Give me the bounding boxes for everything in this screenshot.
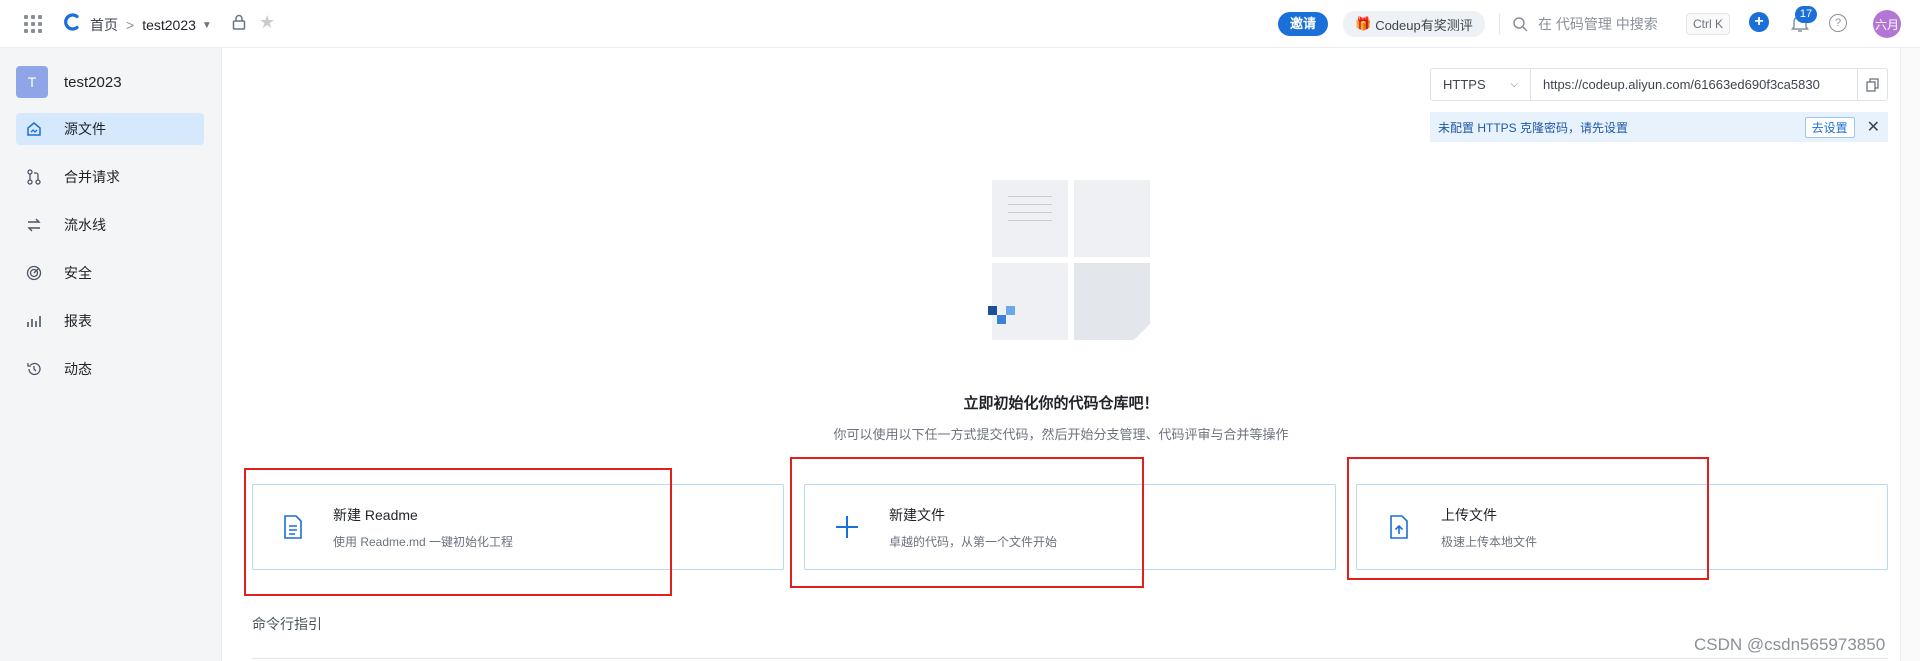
empty-repo-illustration bbox=[988, 180, 1152, 342]
upload-file-icon bbox=[1357, 515, 1441, 539]
create-file-card[interactable]: 新建文件 卓越的代码，从第一个文件开始 bbox=[804, 484, 1336, 570]
user-avatar[interactable]: 六月 bbox=[1873, 10, 1901, 38]
create-readme-card[interactable]: 新建 Readme 使用 Readme.md 一键初始化工程 bbox=[252, 484, 784, 570]
sidebar-item-label: 合并请求 bbox=[64, 169, 120, 185]
divider bbox=[1499, 14, 1500, 34]
sidebar-item-label: 动态 bbox=[64, 361, 92, 377]
gift-icon: 🎁 bbox=[1355, 16, 1372, 31]
protocol-select[interactable]: HTTPS ⌵ bbox=[1431, 69, 1531, 100]
sidebar-item-security[interactable]: 安全 bbox=[16, 257, 204, 289]
project-avatar: T bbox=[16, 66, 48, 98]
promo-label: Codeup有奖测评 bbox=[1375, 17, 1473, 33]
sidebar-item-merge-requests[interactable]: 合并请求 bbox=[16, 161, 204, 193]
card-title: 上传文件 bbox=[1441, 506, 1497, 523]
plus-circle-icon: + bbox=[1749, 12, 1769, 32]
sidebar-item-reports[interactable]: 报表 bbox=[16, 305, 204, 337]
security-icon bbox=[24, 265, 44, 281]
sidebar: T test2023 源文件 合并请求 流水线 安全 报表 动态 bbox=[0, 48, 222, 661]
project-header[interactable]: T test2023 bbox=[16, 66, 122, 98]
sidebar-item-source-files[interactable]: 源文件 bbox=[16, 113, 204, 145]
codeup-logo-icon[interactable] bbox=[62, 12, 82, 32]
protocol-value: HTTPS bbox=[1443, 77, 1486, 92]
chevron-down-icon: ⌵ bbox=[1510, 79, 1518, 90]
chevron-down-icon[interactable]: ▼ bbox=[202, 20, 212, 31]
upload-file-card[interactable]: 上传文件 极速上传本地文件 bbox=[1356, 484, 1888, 570]
go-settings-button[interactable]: 去设置 bbox=[1804, 116, 1855, 138]
copy-button[interactable] bbox=[1857, 69, 1887, 100]
lock-icon bbox=[232, 14, 246, 30]
scrollbar[interactable] bbox=[1900, 48, 1920, 661]
copy-icon bbox=[1865, 77, 1879, 92]
tip-text: 未配置 HTTPS 克隆密码，请先设置 bbox=[1438, 120, 1629, 135]
breadcrumb-home-link[interactable]: 首页 bbox=[90, 15, 118, 35]
top-bar: 首页 > test2023 ▼ ★ 邀请 🎁 Codeup有奖测评 在 代码管理… bbox=[0, 0, 1920, 48]
close-icon[interactable]: ✕ bbox=[1867, 117, 1880, 137]
sidebar-item-label: 报表 bbox=[64, 313, 92, 329]
search-bar[interactable]: 在 代码管理 中搜索 bbox=[1512, 14, 1658, 34]
source-files-icon bbox=[24, 121, 44, 137]
notification-badge: 17 bbox=[1795, 6, 1817, 23]
plus-icon bbox=[805, 515, 889, 539]
document-icon bbox=[253, 515, 333, 539]
star-icon[interactable]: ★ bbox=[259, 12, 275, 33]
search-icon bbox=[1513, 17, 1528, 32]
cli-guide-title: 命令行指引 bbox=[252, 616, 322, 632]
card-title: 新建 Readme bbox=[333, 506, 418, 523]
empty-state-subtitle: 你可以使用以下任一方式提交代码，然后开始分支管理、代码评审与合并等操作 bbox=[833, 427, 1289, 442]
sidebar-item-label: 流水线 bbox=[64, 217, 106, 233]
sidebar-item-label: 源文件 bbox=[64, 121, 106, 137]
card-title: 新建文件 bbox=[889, 506, 945, 523]
promo-link[interactable]: 🎁 Codeup有奖测评 bbox=[1343, 11, 1485, 37]
breadcrumb-separator: > bbox=[126, 17, 135, 33]
card-subtitle: 使用 Readme.md 一键初始化工程 bbox=[333, 534, 514, 549]
apps-grid-icon[interactable] bbox=[24, 15, 42, 33]
shortcut-hint: Ctrl K bbox=[1686, 13, 1730, 35]
project-name: test2023 bbox=[64, 73, 122, 91]
clone-url-box: HTTPS ⌵ https://codeup.aliyun.com/61663e… bbox=[1430, 68, 1888, 101]
sidebar-item-activity[interactable]: 动态 bbox=[16, 353, 204, 385]
create-button[interactable]: + bbox=[1749, 12, 1769, 32]
empty-state-title: 立即初始化你的代码仓库吧！ bbox=[963, 395, 1159, 412]
search-input[interactable]: 在 代码管理 中搜索 bbox=[1538, 14, 1658, 34]
breadcrumb: 首页 > test2023 ▼ bbox=[90, 15, 212, 35]
pipeline-icon bbox=[24, 217, 44, 233]
history-icon bbox=[24, 361, 44, 377]
invite-button[interactable]: 邀请 bbox=[1278, 12, 1329, 36]
clone-url-input[interactable]: https://codeup.aliyun.com/61663ed690f3ca… bbox=[1531, 69, 1857, 100]
sidebar-item-pipeline[interactable]: 流水线 bbox=[16, 209, 204, 241]
https-password-tip: 未配置 HTTPS 克隆密码，请先设置 去设置 ✕ bbox=[1430, 112, 1888, 142]
divider bbox=[252, 658, 1888, 659]
card-subtitle: 卓越的代码，从第一个文件开始 bbox=[889, 534, 1058, 549]
avatar-text: 六月 bbox=[1873, 10, 1901, 38]
help-icon[interactable]: ? bbox=[1829, 14, 1847, 32]
repo-name-link[interactable]: test2023 bbox=[142, 17, 196, 33]
watermark: CSDN @csdn565973850 bbox=[1694, 635, 1886, 654]
card-subtitle: 极速上传本地文件 bbox=[1441, 534, 1538, 549]
merge-request-icon bbox=[24, 169, 44, 185]
report-icon bbox=[24, 313, 44, 329]
sidebar-item-label: 安全 bbox=[64, 265, 92, 281]
